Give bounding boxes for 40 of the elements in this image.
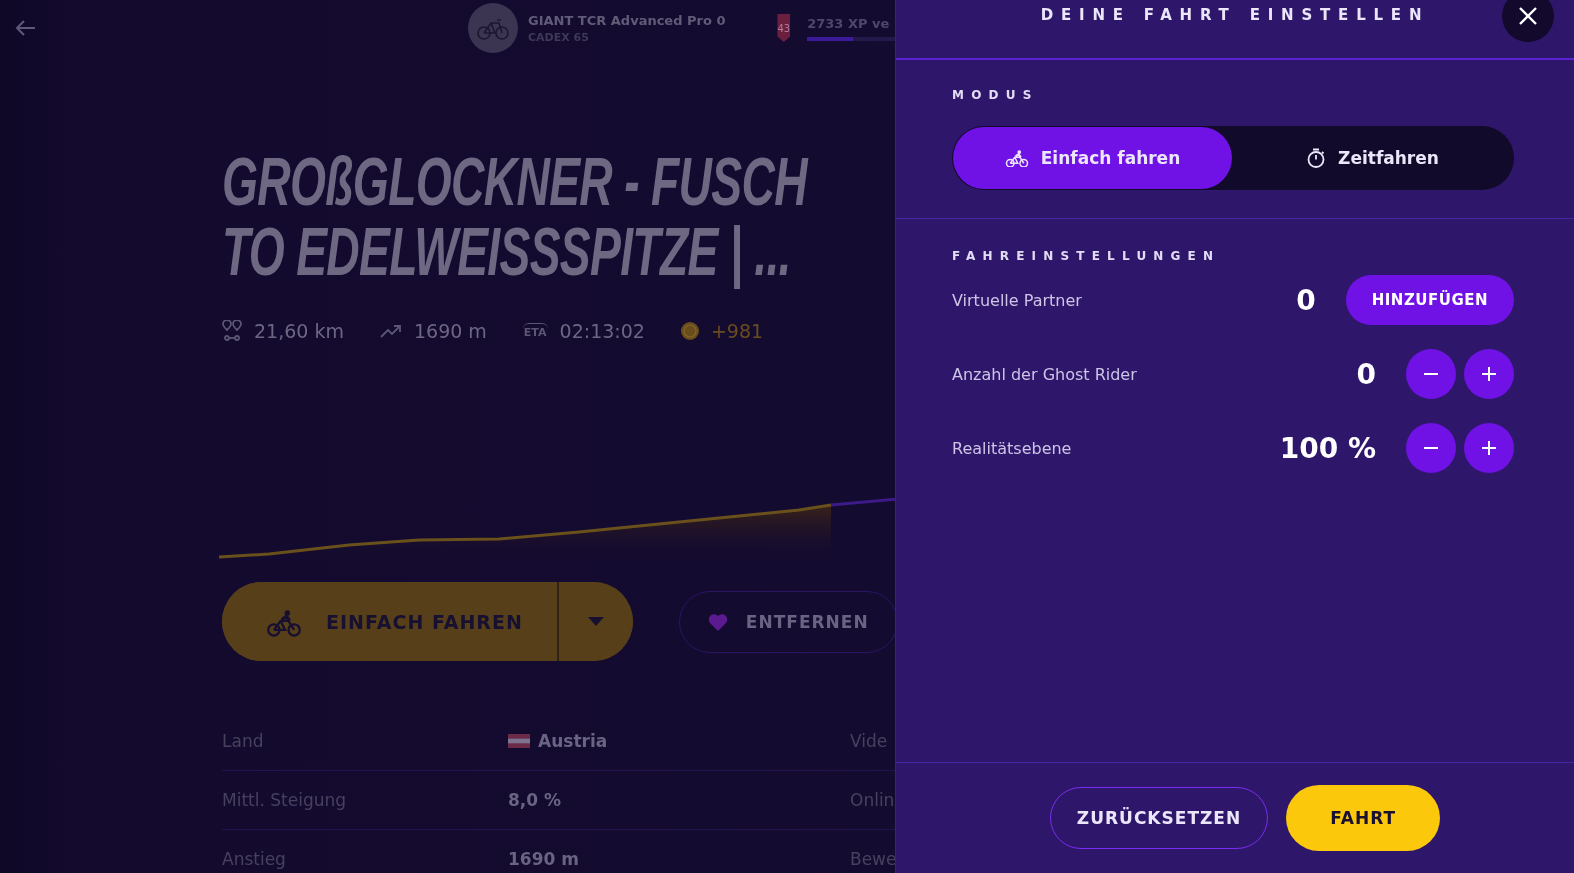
mode-tab[interactable]: Zeitfahren	[1232, 127, 1513, 189]
section-heading: MODUS	[952, 88, 1040, 102]
back-arrow-icon	[14, 19, 36, 37]
setting-value: 0	[1296, 283, 1316, 317]
stat-value: 02:13:02	[559, 320, 645, 342]
mode-tab[interactable]: Einfach fahren	[953, 127, 1232, 189]
detail-value: 1690 m	[508, 849, 579, 869]
minus-icon	[1424, 447, 1438, 449]
stat-value: 21,60 km	[254, 320, 344, 342]
panel-title: DEINE FAHRT EINSTELLEN	[1040, 6, 1430, 24]
ride-button[interactable]: FAHRT	[1286, 785, 1441, 851]
detail-value: 8,0 %	[508, 790, 562, 810]
add-button[interactable]: HINZUFÜGEN	[1345, 275, 1514, 325]
setting-label: Virtuelle Partner	[952, 290, 1082, 310]
stat-value: 1690 m	[413, 320, 487, 342]
cyclist-icon	[1004, 149, 1029, 167]
route-pins-icon	[222, 320, 242, 342]
xp-text: 2733 XP ve	[807, 15, 891, 31]
increase-button[interactable]	[1464, 349, 1514, 399]
route-title: GROßGLOCKNER - FUSCH	[222, 146, 810, 216]
plus-icon	[1482, 367, 1496, 381]
caret-icon	[587, 617, 604, 626]
setting-value: 0	[1356, 357, 1376, 391]
detail-value: Austria	[538, 730, 608, 751]
stat-value: +981	[710, 320, 764, 342]
section-heading: FAHREINSTELLUNGEN	[952, 249, 1222, 263]
increase-button[interactable]	[1464, 423, 1514, 473]
stopwatch-icon	[1306, 148, 1327, 168]
coin-icon	[680, 322, 699, 340]
minus-icon	[1424, 373, 1438, 375]
plus-icon	[1482, 441, 1496, 455]
close-icon	[1519, 7, 1537, 25]
trend-up-icon	[379, 324, 402, 338]
heart-icon	[707, 612, 728, 631]
bike-name: GIANT TCR Advanced Pro 0	[528, 12, 726, 28]
level-badge: 43	[777, 14, 791, 42]
setting-value: 100 %	[1279, 431, 1376, 465]
setting-label: Realitätsebene	[952, 438, 1072, 458]
setting-label: Anzahl der Ghost Rider	[952, 364, 1137, 384]
close-button[interactable]	[1502, 0, 1554, 42]
